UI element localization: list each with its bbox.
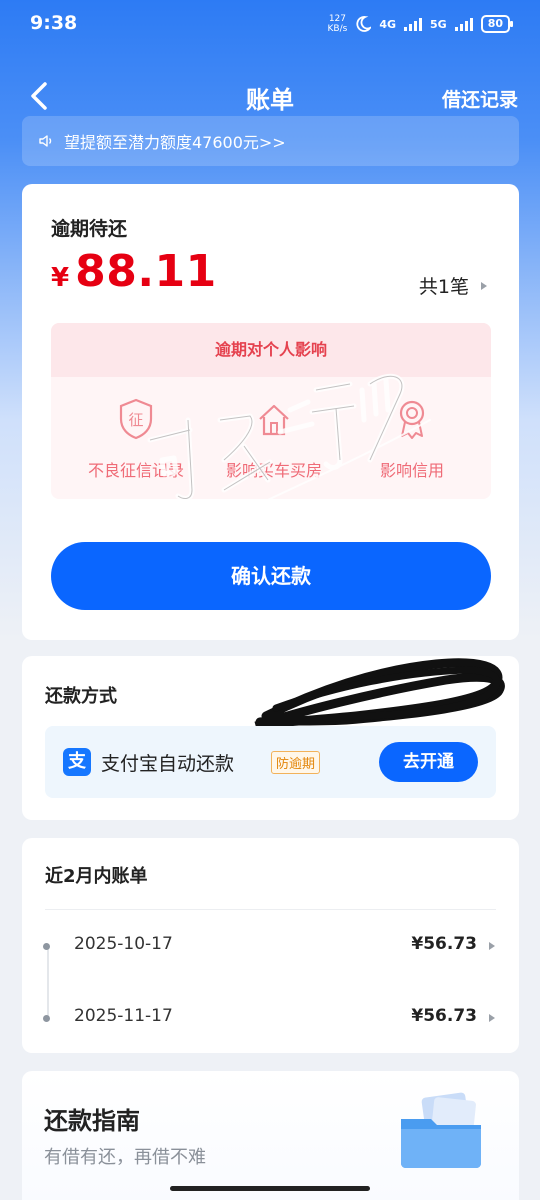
overdue-card: 逾期待还 ¥ 88.11 共1笔 逾期对个人影响 征 不良征信记录 影响买车买房… <box>22 184 519 640</box>
repay-method-card: 还款方式 支 支付宝自动还款 防逾期 去开通 <box>22 656 519 820</box>
repay-guide-card[interactable]: 还款指南 有借有还，再借不难 <box>22 1071 519 1200</box>
impact-item-credit-score: 影响信用 <box>347 397 477 481</box>
enable-auto-repay-button[interactable]: 去开通 <box>379 742 478 782</box>
chevron-right-icon <box>489 1014 495 1022</box>
bill-row[interactable]: 2025-11-17 ¥56.73 <box>22 1006 519 1034</box>
moon-icon <box>356 16 372 32</box>
anti-overdue-badge: 防逾期 <box>271 751 321 774</box>
network-speed-unit: KB/s <box>327 24 348 34</box>
bill-row[interactable]: 2025-10-17 ¥56.73 <box>22 934 519 962</box>
alipay-auto-repay-label: 支付宝自动还款 <box>101 753 235 775</box>
speaker-icon <box>39 135 52 147</box>
battery-icon: 80 <box>480 15 514 33</box>
overdue-label: 逾期待还 <box>51 218 128 240</box>
bill-amount: ¥56.73 <box>411 1006 477 1026</box>
status-icons: 127 KB/s 4G 5G 80 <box>328 14 514 34</box>
alipay-icon: 支 <box>63 748 91 776</box>
impact-item-house: 影响买车买房 <box>209 397 339 481</box>
bill-count: 共1笔 <box>418 276 469 298</box>
svg-text:征: 征 <box>128 411 143 429</box>
redaction-scribble <box>254 658 505 731</box>
medal-icon <box>399 400 425 439</box>
timeline-dot <box>43 943 50 950</box>
repay-method-label: 还款方式 <box>45 686 117 707</box>
repay-guide-subtitle: 有借有还，再借不难 <box>44 1147 206 1168</box>
timeline-dot <box>43 1015 50 1022</box>
impact-label: 影响信用 <box>379 461 444 480</box>
credit-limit-notice[interactable]: 望提额至潜力额度47600元>> <box>22 116 519 166</box>
divider <box>45 909 496 910</box>
impact-title: 逾期对个人影响 <box>51 323 491 377</box>
status-time: 9:38 <box>30 12 78 34</box>
overdue-impact-panel: 逾期对个人影响 征 不良征信记录 影响买车买房 影响信用 <box>51 323 491 499</box>
chevron-right-icon <box>489 942 495 950</box>
confirm-repay-button[interactable]: 确认还款 <box>51 542 491 610</box>
bill-date: 2025-10-17 <box>74 934 173 954</box>
network-speed-value: 127 <box>328 14 346 24</box>
home-indicator <box>170 1186 370 1191</box>
amount-value: 88.11 <box>75 246 217 297</box>
bill-date: 2025-11-17 <box>74 1006 173 1026</box>
chevron-right-icon <box>481 281 487 290</box>
network-type-2: 5G <box>430 17 447 31</box>
recent-bills-card: 近2月内账单 2025-10-17 ¥56.73 2025-11-17 ¥56.… <box>22 838 519 1053</box>
recent-bills-title: 近2月内账单 <box>45 866 148 887</box>
currency-symbol: ¥ <box>51 263 70 293</box>
borrow-repay-record-link[interactable]: 借还记录 <box>442 85 518 112</box>
signal-icon <box>404 17 422 31</box>
bill-amount: ¥56.73 <box>411 934 477 954</box>
folder-illustration-icon <box>401 1092 481 1168</box>
repay-guide-title: 还款指南 <box>44 1107 140 1135</box>
impact-label: 不良征信记录 <box>87 461 184 480</box>
bill-count-link[interactable]: 共1笔 <box>419 272 487 299</box>
credit-record-shield-icon: 征 <box>119 398 153 440</box>
impact-item-credit: 征 不良征信记录 <box>71 397 201 481</box>
network-type-1: 4G <box>379 17 396 31</box>
network-speed: 127 KB/s <box>328 14 348 34</box>
alipay-auto-repay-row: 支 支付宝自动还款 防逾期 去开通 <box>45 726 496 798</box>
house-icon <box>259 404 289 436</box>
signal-icon-2 <box>454 17 473 31</box>
impact-label: 影响买车买房 <box>225 461 322 480</box>
status-bar: 9:38 127 KB/s 4G 5G 80 <box>0 0 540 50</box>
notice-text: 望提额至潜力额度47600元>> <box>64 133 286 152</box>
overdue-amount: ¥ 88.11 <box>51 246 217 297</box>
